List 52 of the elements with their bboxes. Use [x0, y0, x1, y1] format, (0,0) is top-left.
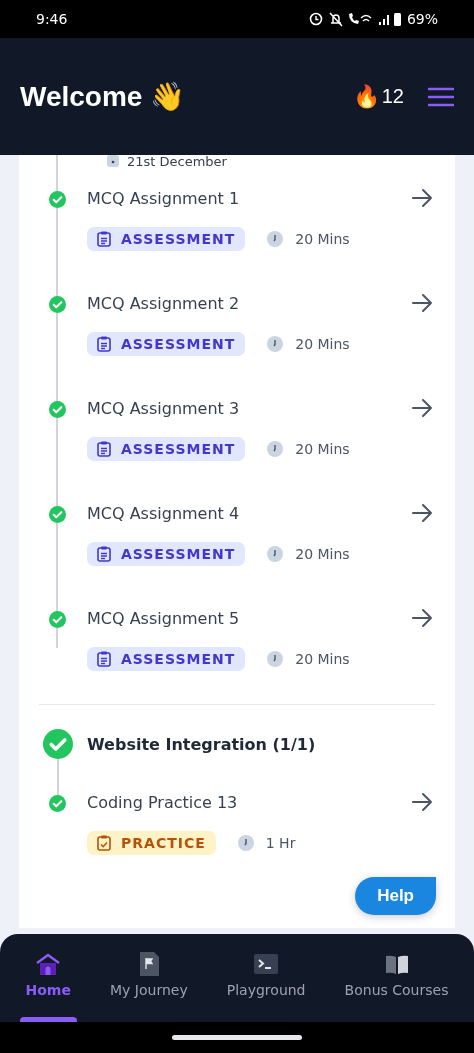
date-label: 21st December [127, 155, 227, 169]
lesson-title[interactable]: Coding Practice 13 [87, 792, 238, 812]
arrow-right-icon[interactable] [411, 292, 433, 314]
type-tag: ASSESSMENT [87, 647, 246, 671]
arrow-right-icon[interactable] [411, 187, 433, 209]
clock-icon [267, 651, 284, 667]
clock-icon [267, 546, 284, 562]
clipboard-check-icon [97, 835, 111, 851]
lesson-title[interactable]: MCQ Assignment 3 [87, 398, 240, 418]
welcome-title: Welcome 👋 [20, 80, 187, 113]
duration-label: 1 Hr [265, 835, 296, 851]
clipboard-list-icon [97, 231, 111, 247]
clock-icon [267, 231, 284, 247]
section-title[interactable]: Website Integration (1/1) [87, 734, 316, 754]
menu-icon[interactable] [428, 86, 454, 107]
clipboard-list-icon [97, 546, 111, 562]
arrow-right-icon[interactable] [411, 791, 433, 813]
calendar-icon [107, 155, 119, 167]
type-tag: ASSESSMENT [87, 332, 246, 356]
type-tag: ASSESSMENT [87, 542, 246, 566]
clock-icon [267, 441, 284, 457]
nav-tab[interactable]: Home [19, 934, 77, 1022]
nav-tab[interactable]: My Journey [104, 934, 194, 1022]
duration-label: 20 Mins [295, 546, 350, 562]
arrow-right-icon[interactable] [411, 607, 433, 629]
battery-percent: 69% [406, 11, 438, 27]
clipboard-list-icon [97, 336, 111, 352]
lesson-title[interactable]: MCQ Assignment 1 [87, 188, 240, 208]
terminal-icon [253, 952, 280, 976]
nav-tab[interactable]: Playground [220, 934, 312, 1022]
status-time: 9:46 [36, 11, 68, 27]
duration-label: 20 Mins [295, 336, 350, 352]
help-button[interactable]: Help [355, 877, 436, 915]
clock-icon [267, 336, 284, 352]
duration-label: 20 Mins [295, 651, 350, 667]
type-tag: ASSESSMENT [87, 437, 246, 461]
duration-label: 20 Mins [295, 441, 350, 457]
clipboard-list-icon [97, 441, 111, 457]
duration-label: 20 Mins [295, 231, 350, 247]
clipboard-list-icon [97, 651, 111, 667]
flame-icon: 🔥 [352, 84, 380, 109]
clock-icon [237, 835, 254, 851]
lesson-title[interactable]: MCQ Assignment 4 [87, 503, 240, 523]
streak-count: 12 [381, 85, 404, 108]
type-tag: ASSESSMENT [87, 227, 246, 251]
arrow-right-icon[interactable] [411, 397, 433, 419]
arrow-right-icon[interactable] [411, 502, 433, 524]
lesson-title[interactable]: MCQ Assignment 5 [87, 608, 240, 628]
nav-tab[interactable]: Bonus Courses [338, 934, 455, 1022]
type-tag: PRACTICE [87, 831, 216, 855]
lesson-title[interactable]: MCQ Assignment 2 [87, 293, 240, 313]
home-icon [35, 952, 62, 976]
